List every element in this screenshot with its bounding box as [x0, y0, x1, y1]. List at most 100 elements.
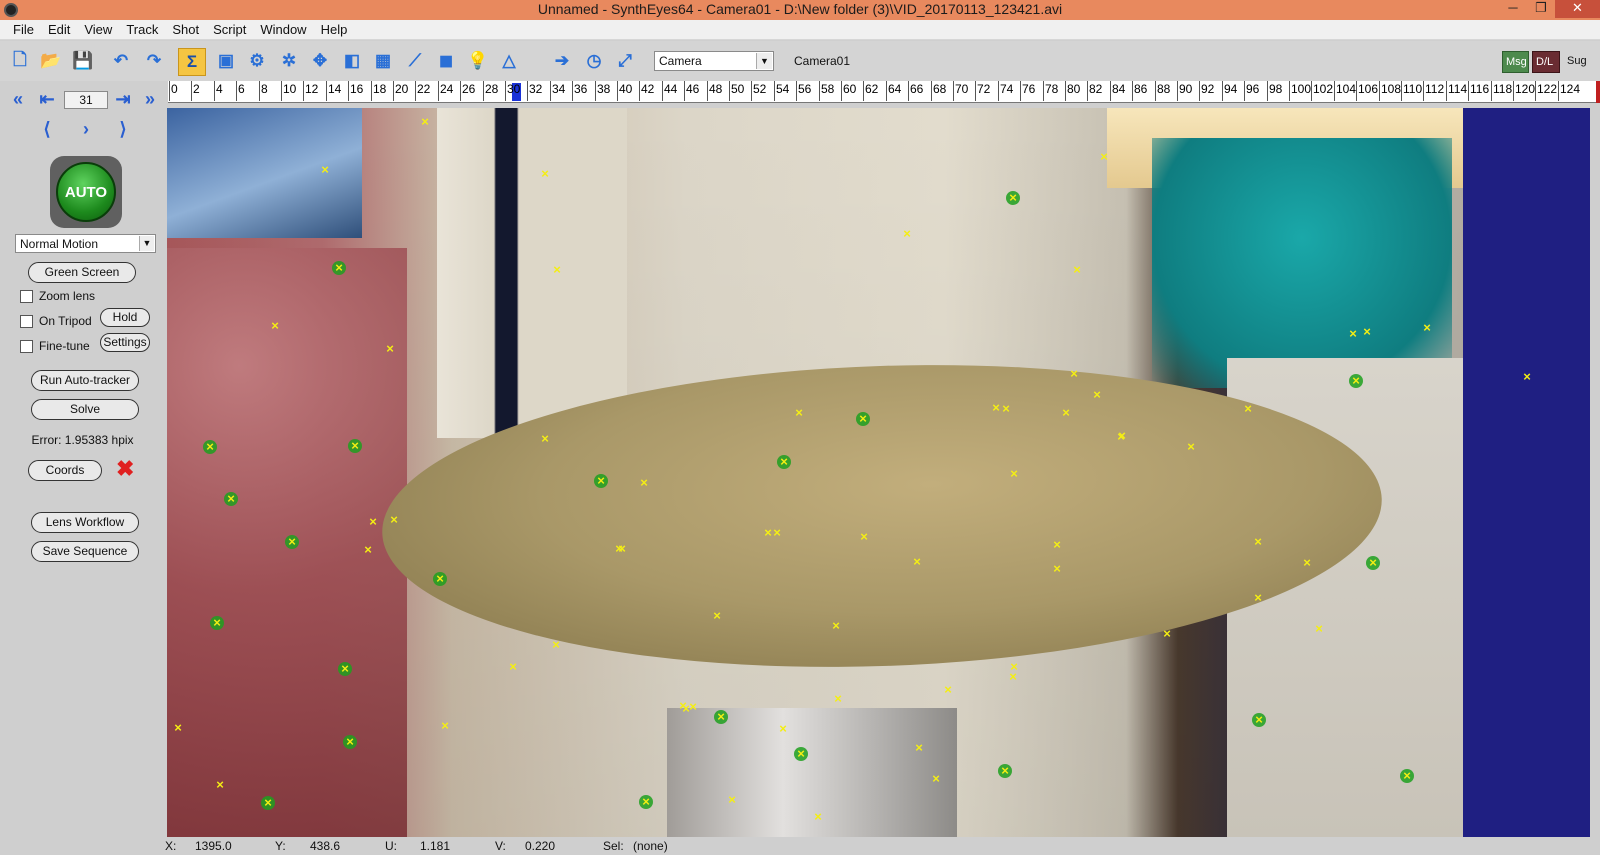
graph-icon[interactable]: ⟋: [404, 50, 426, 72]
tracker-marker[interactable]: ×: [794, 747, 808, 761]
lens-workflow-button[interactable]: Lens Workflow: [31, 512, 139, 533]
calculator-icon[interactable]: ▦: [372, 50, 394, 72]
menu-file[interactable]: File: [6, 22, 41, 37]
tracker-marker[interactable]: ×: [343, 735, 357, 749]
tracker-marker[interactable]: ×: [811, 810, 825, 824]
tracker-marker[interactable]: ×: [506, 660, 520, 674]
tracker-marker[interactable]: ×: [639, 795, 653, 809]
dl-button[interactable]: D/L: [1532, 51, 1560, 73]
tracker-marker[interactable]: ×: [1400, 769, 1414, 783]
tracker-marker[interactable]: ×: [1252, 713, 1266, 727]
tracker-marker[interactable]: ×: [338, 662, 352, 676]
tracker-marker[interactable]: ×: [549, 638, 563, 652]
lightbulb-icon[interactable]: 💡: [467, 50, 489, 72]
minimize-button[interactable]: ─: [1499, 0, 1527, 18]
motion-select[interactable]: Normal Motion ▼: [15, 234, 156, 253]
tracker-marker[interactable]: ×: [1520, 370, 1534, 384]
auto-button[interactable]: AUTO: [50, 156, 122, 228]
hold-button[interactable]: Hold: [100, 308, 150, 327]
tracker-marker[interactable]: ×: [941, 683, 955, 697]
tracker-marker[interactable]: ×: [900, 227, 914, 241]
tracker-marker[interactable]: ×: [538, 432, 552, 446]
frame-number-field[interactable]: 31: [64, 91, 108, 109]
tracker-marker[interactable]: ×: [637, 476, 651, 490]
msg-button[interactable]: Msg: [1502, 51, 1529, 73]
tracker-marker[interactable]: ×: [857, 530, 871, 544]
solve-button[interactable]: Solve: [31, 399, 139, 420]
step-forward-icon[interactable]: ⟩: [112, 119, 134, 139]
tracker-marker[interactable]: ×: [361, 543, 375, 557]
checkbox-box[interactable]: [20, 339, 33, 353]
tracker-marker[interactable]: ×: [213, 778, 227, 792]
on-tripod-checkbox[interactable]: On Tripod: [20, 314, 92, 328]
tracker-marker[interactable]: ×: [1360, 325, 1374, 339]
tracker-icon[interactable]: ✥: [309, 50, 331, 72]
tracker-marker[interactable]: ×: [268, 319, 282, 333]
tracker-marker[interactable]: ×: [714, 710, 728, 724]
tracker-marker[interactable]: ×: [261, 796, 275, 810]
menu-track[interactable]: Track: [119, 22, 165, 37]
camera-viewport[interactable]: × × × × × × × × × × × × × × × × × × × × × × × × × × × × × × × × × × × × × × × ×…: [167, 108, 1590, 837]
tracker-marker[interactable]: ×: [1097, 150, 1111, 164]
redo-icon[interactable]: ↷: [143, 50, 165, 72]
tracker-marker[interactable]: ×: [332, 261, 346, 275]
tracker-marker[interactable]: ×: [1007, 467, 1021, 481]
chevron-down-icon[interactable]: ▼: [756, 53, 772, 69]
tracker-marker[interactable]: ×: [1251, 591, 1265, 605]
tracker-marker[interactable]: ×: [1312, 622, 1326, 636]
save-icon[interactable]: 💾: [72, 50, 94, 72]
green-screen-button[interactable]: Green Screen: [28, 262, 136, 283]
tracker-marker[interactable]: ×: [1070, 263, 1084, 277]
menu-view[interactable]: View: [77, 22, 119, 37]
tracker-marker[interactable]: ×: [203, 440, 217, 454]
tracker-marker[interactable]: ×: [1420, 321, 1434, 335]
cube-icon[interactable]: ◼: [435, 50, 457, 72]
menu-shot[interactable]: Shot: [165, 22, 206, 37]
tracker-marker[interactable]: ×: [1251, 535, 1265, 549]
tracker-marker[interactable]: ×: [910, 555, 924, 569]
prev-key-icon[interactable]: ⇤: [36, 89, 58, 109]
tracker-marker[interactable]: ×: [929, 772, 943, 786]
rewind-start-icon[interactable]: «: [7, 89, 29, 109]
tracker-marker[interactable]: ×: [686, 700, 700, 714]
menu-script[interactable]: Script: [206, 22, 253, 37]
tracker-marker[interactable]: ×: [1114, 430, 1128, 444]
tracker-marker[interactable]: ×: [210, 616, 224, 630]
menu-help[interactable]: Help: [314, 22, 355, 37]
tracker-marker[interactable]: ×: [318, 163, 332, 177]
maximize-button[interactable]: ❐: [1527, 0, 1555, 18]
tracker-marker[interactable]: ×: [1346, 327, 1360, 341]
next-key-icon[interactable]: ⇥: [112, 89, 134, 109]
tracker-marker[interactable]: ×: [912, 741, 926, 755]
clear-coords-icon[interactable]: ✖: [116, 456, 134, 482]
step-back-icon[interactable]: ⟨: [36, 119, 58, 139]
tracker-marker[interactable]: ×: [224, 492, 238, 506]
tracker-marker[interactable]: ×: [1067, 367, 1081, 381]
fine-tune-checkbox[interactable]: Fine-tune: [20, 339, 90, 353]
tracker-marker[interactable]: ×: [1366, 556, 1380, 570]
undo-icon[interactable]: ↶: [110, 50, 132, 72]
tracker-marker[interactable]: ×: [1090, 388, 1104, 402]
coordinates-icon[interactable]: ✲: [278, 50, 300, 72]
tracker-marker[interactable]: ×: [1160, 627, 1174, 641]
tracker-marker[interactable]: ×: [1241, 402, 1255, 416]
checkbox-box[interactable]: [20, 289, 33, 303]
tracker-marker[interactable]: ×: [998, 764, 1012, 778]
tracker-marker[interactable]: ×: [777, 455, 791, 469]
tracker-marker[interactable]: ×: [285, 535, 299, 549]
tracker-marker[interactable]: ×: [366, 515, 380, 529]
tracker-marker[interactable]: ×: [433, 572, 447, 586]
menu-window[interactable]: Window: [253, 22, 313, 37]
chevron-down-icon[interactable]: ▼: [139, 236, 154, 251]
tracker-marker[interactable]: ×: [770, 526, 784, 540]
forward-end-icon[interactable]: »: [139, 89, 161, 109]
checkbox-box[interactable]: [20, 314, 33, 328]
tracker-marker[interactable]: ×: [387, 513, 401, 527]
tracker-marker[interactable]: ×: [829, 619, 843, 633]
shot-icon[interactable]: ◧: [341, 50, 363, 72]
save-sequence-button[interactable]: Save Sequence: [31, 541, 139, 562]
tracker-marker[interactable]: ×: [831, 692, 845, 706]
tracker-marker[interactable]: ×: [538, 167, 552, 181]
tracker-marker[interactable]: ×: [792, 406, 806, 420]
clock-icon[interactable]: ◷: [583, 50, 605, 72]
